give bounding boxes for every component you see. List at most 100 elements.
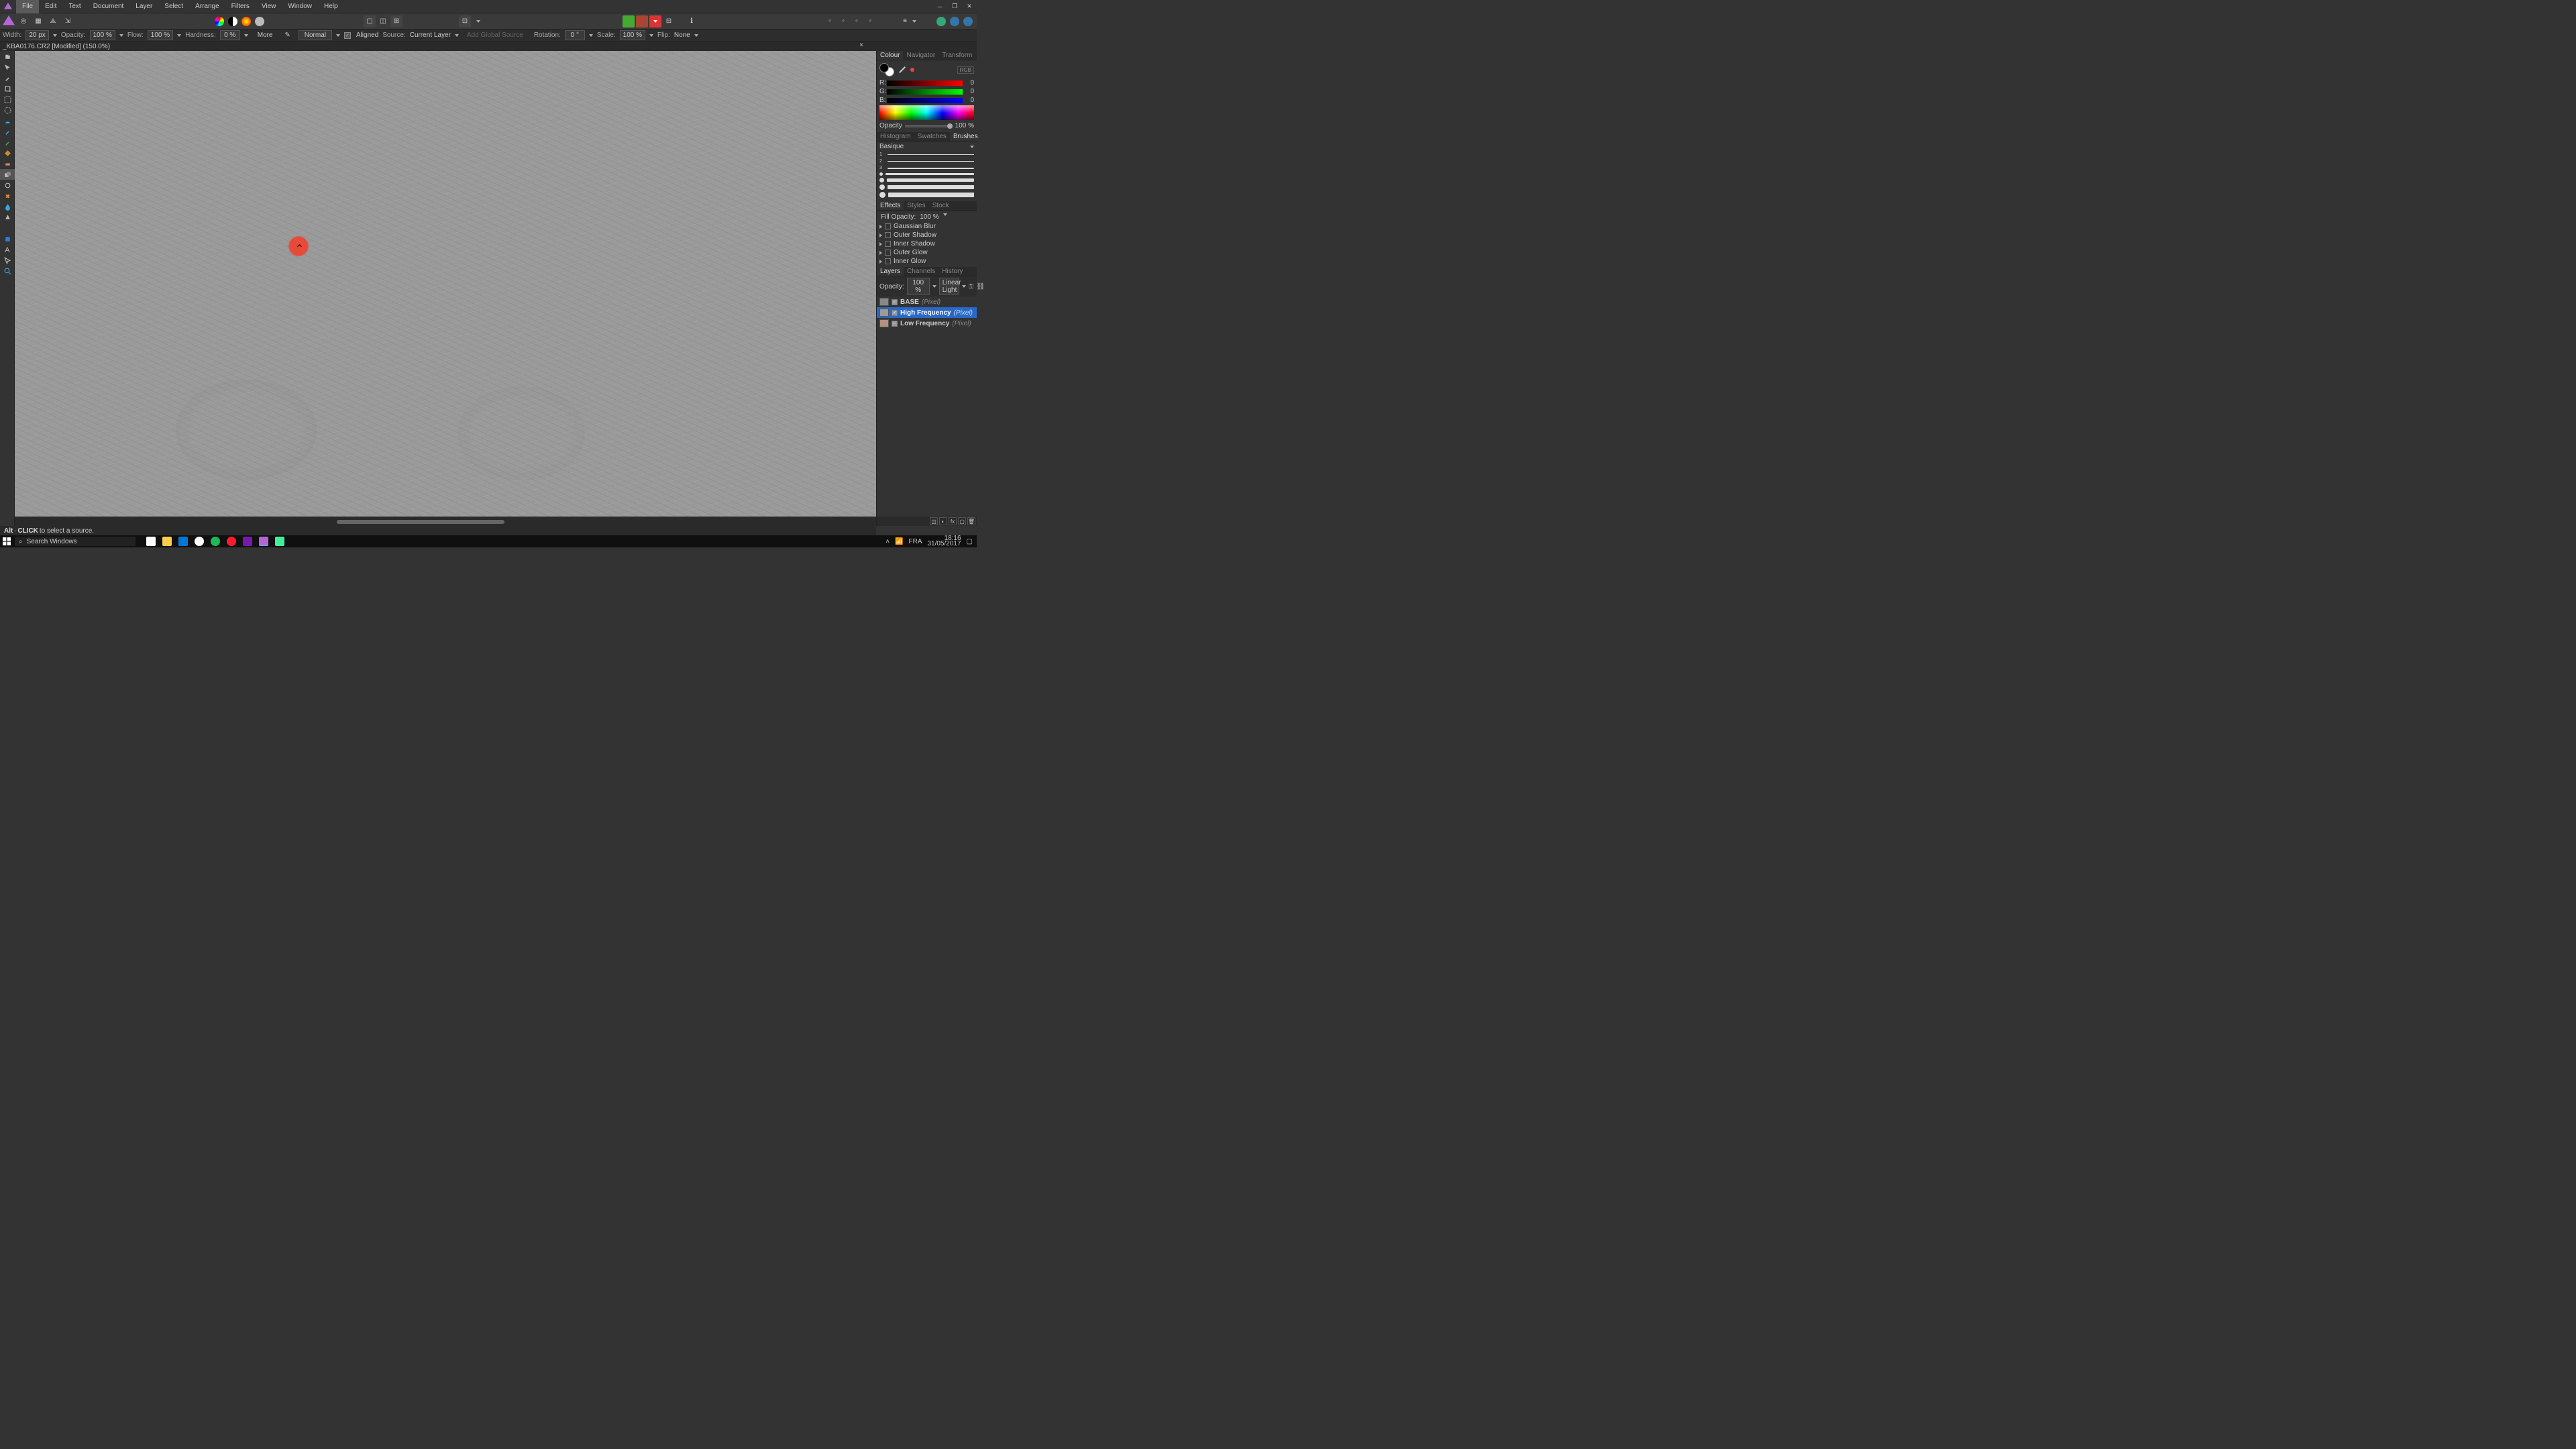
spectrum-picker[interactable]: [879, 105, 974, 120]
taskbar-explorer-icon[interactable]: [162, 537, 172, 546]
canvas-viewport[interactable]: [15, 51, 876, 526]
effect-checkbox[interactable]: [885, 241, 891, 247]
freehand-select-icon[interactable]: [0, 105, 15, 115]
menu-help[interactable]: Help: [318, 0, 344, 13]
source-select[interactable]: Current Layer: [410, 32, 451, 39]
layer-row[interactable]: ✓High Frequency (Pixel): [877, 307, 977, 318]
globe-2-icon[interactable]: [949, 15, 961, 28]
layer-visibility-checkbox[interactable]: ✓: [892, 310, 898, 316]
layer-row[interactable]: ✓BASE (Pixel): [877, 297, 977, 307]
menu-select[interactable]: Select: [158, 0, 189, 13]
tab-layers[interactable]: Layers: [877, 267, 904, 276]
selection-tool-icon[interactable]: [0, 94, 15, 105]
effect-checkbox[interactable]: [885, 232, 891, 238]
globe-1-icon[interactable]: [935, 15, 947, 28]
persona-tone-icon[interactable]: ⟁: [47, 15, 59, 28]
effect-checkbox[interactable]: [885, 250, 891, 256]
colour-opacity-value[interactable]: 100 %: [955, 122, 974, 129]
persona-develop-icon[interactable]: ▦: [32, 15, 44, 28]
tab-styles[interactable]: Styles: [904, 201, 928, 210]
menu-text[interactable]: Text: [62, 0, 87, 13]
scale-dd-icon[interactable]: [649, 34, 653, 37]
taskbar-edge-icon[interactable]: [178, 537, 188, 546]
eyedropper-icon[interactable]: [899, 66, 906, 73]
horizontal-scrollbar[interactable]: [15, 518, 867, 526]
fg-bg-swatch[interactable]: [879, 63, 894, 76]
tab-transform[interactable]: Transform: [938, 51, 975, 60]
tab-channels[interactable]: Channels: [904, 267, 938, 276]
color-picker-tool-icon[interactable]: [0, 72, 15, 83]
taskbar-onenote-icon[interactable]: [243, 537, 252, 546]
disclosure-icon[interactable]: [879, 242, 882, 246]
layer-thumbnail[interactable]: [879, 298, 889, 306]
taskbar-app2-icon[interactable]: [275, 537, 284, 546]
width-dd-icon[interactable]: [53, 34, 57, 37]
persona-export-icon[interactable]: ⇲: [62, 15, 74, 28]
blur-tool-icon[interactable]: [0, 201, 15, 212]
menu-document[interactable]: Document: [87, 0, 130, 13]
layer-thumbnail[interactable]: [879, 309, 889, 317]
g-value[interactable]: 0: [965, 88, 974, 95]
order-forward-icon[interactable]: ▫: [851, 15, 863, 28]
taskbar-search-input[interactable]: ⌕ Search Windows: [15, 537, 136, 546]
effect-item[interactable]: Outer Shadow: [877, 231, 977, 239]
fill-tool-icon[interactable]: [0, 148, 15, 158]
crop-tool-icon[interactable]: [0, 83, 15, 94]
effect-item[interactable]: Outer Glow: [877, 248, 977, 257]
flow-dd-icon[interactable]: [177, 34, 181, 37]
effect-checkbox[interactable]: [885, 223, 891, 229]
color-wheel-icon[interactable]: [213, 15, 225, 28]
layer-lock-icon[interactable]: ⚿: [969, 283, 974, 290]
tab-swatches[interactable]: Swatches: [914, 132, 950, 141]
order-front-icon[interactable]: ▫: [864, 15, 876, 28]
add-global-source-button[interactable]: Add Global Source: [467, 32, 523, 39]
disclosure-icon[interactable]: [879, 260, 882, 264]
mask-layer-icon[interactable]: ◫: [930, 517, 938, 525]
brush-preset[interactable]: 2: [879, 159, 974, 164]
flip-select[interactable]: None: [674, 32, 690, 39]
quickmask-icon[interactable]: ▢: [364, 15, 376, 28]
disclosure-icon[interactable]: [879, 233, 882, 237]
flood-select-icon[interactable]: [0, 115, 15, 126]
scale-input[interactable]: 100 %: [620, 30, 645, 40]
flow-input[interactable]: 100 %: [148, 30, 173, 40]
canvas[interactable]: [15, 51, 876, 517]
document-tab[interactable]: _KBA0176.CR2 [Modified] (150.0%): [3, 43, 110, 50]
tray-notifications-icon[interactable]: ▢: [967, 538, 973, 545]
grey-circle-icon[interactable]: [254, 15, 266, 28]
brush-preset[interactable]: [879, 172, 974, 176]
more-button[interactable]: More: [258, 32, 273, 39]
window-restore-icon[interactable]: ❐: [947, 0, 962, 13]
persona-liquify-icon[interactable]: ◎: [17, 15, 30, 28]
brush-tool-icon[interactable]: [0, 126, 15, 137]
align-dd-icon[interactable]: [912, 20, 916, 23]
hue-circle-icon[interactable]: [240, 15, 252, 28]
align-icon[interactable]: ≡: [899, 15, 911, 28]
text-tool-icon[interactable]: A: [0, 244, 15, 255]
menu-arrange[interactable]: Arrange: [189, 0, 225, 13]
start-button[interactable]: [0, 535, 13, 547]
width-input[interactable]: 20 px: [25, 30, 48, 40]
aligned-checkbox[interactable]: ✓: [344, 32, 351, 39]
layer-blend-select[interactable]: Linear Light: [939, 278, 959, 295]
layer-blend-dd-icon[interactable]: [962, 285, 966, 288]
hand-tool-icon[interactable]: [0, 51, 15, 62]
tab-history[interactable]: History: [938, 267, 966, 276]
arrange-3-icon[interactable]: [649, 15, 661, 28]
globe-3-icon[interactable]: [962, 15, 974, 28]
snapping-dd-icon[interactable]: [472, 15, 484, 28]
tray-lang[interactable]: FRA: [908, 538, 922, 545]
scrollbar-thumb[interactable]: [337, 520, 504, 524]
brush-preset[interactable]: [879, 184, 974, 190]
layer-opacity-input[interactable]: 100 %: [907, 278, 930, 295]
selection-off-icon[interactable]: ◫: [377, 15, 389, 28]
tab-colour[interactable]: Colour: [877, 51, 903, 60]
move-tool-icon[interactable]: [0, 62, 15, 72]
tab-stock[interactable]: Stock: [929, 201, 953, 210]
brush-category-dd-icon[interactable]: [970, 146, 974, 148]
layer-visibility-checkbox[interactable]: ✓: [892, 321, 898, 327]
delete-layer-icon[interactable]: 🗑: [967, 517, 975, 525]
menu-file[interactable]: File: [16, 0, 39, 13]
tab-navigator[interactable]: Navigator: [903, 51, 938, 60]
paint-tool-icon[interactable]: [0, 137, 15, 148]
